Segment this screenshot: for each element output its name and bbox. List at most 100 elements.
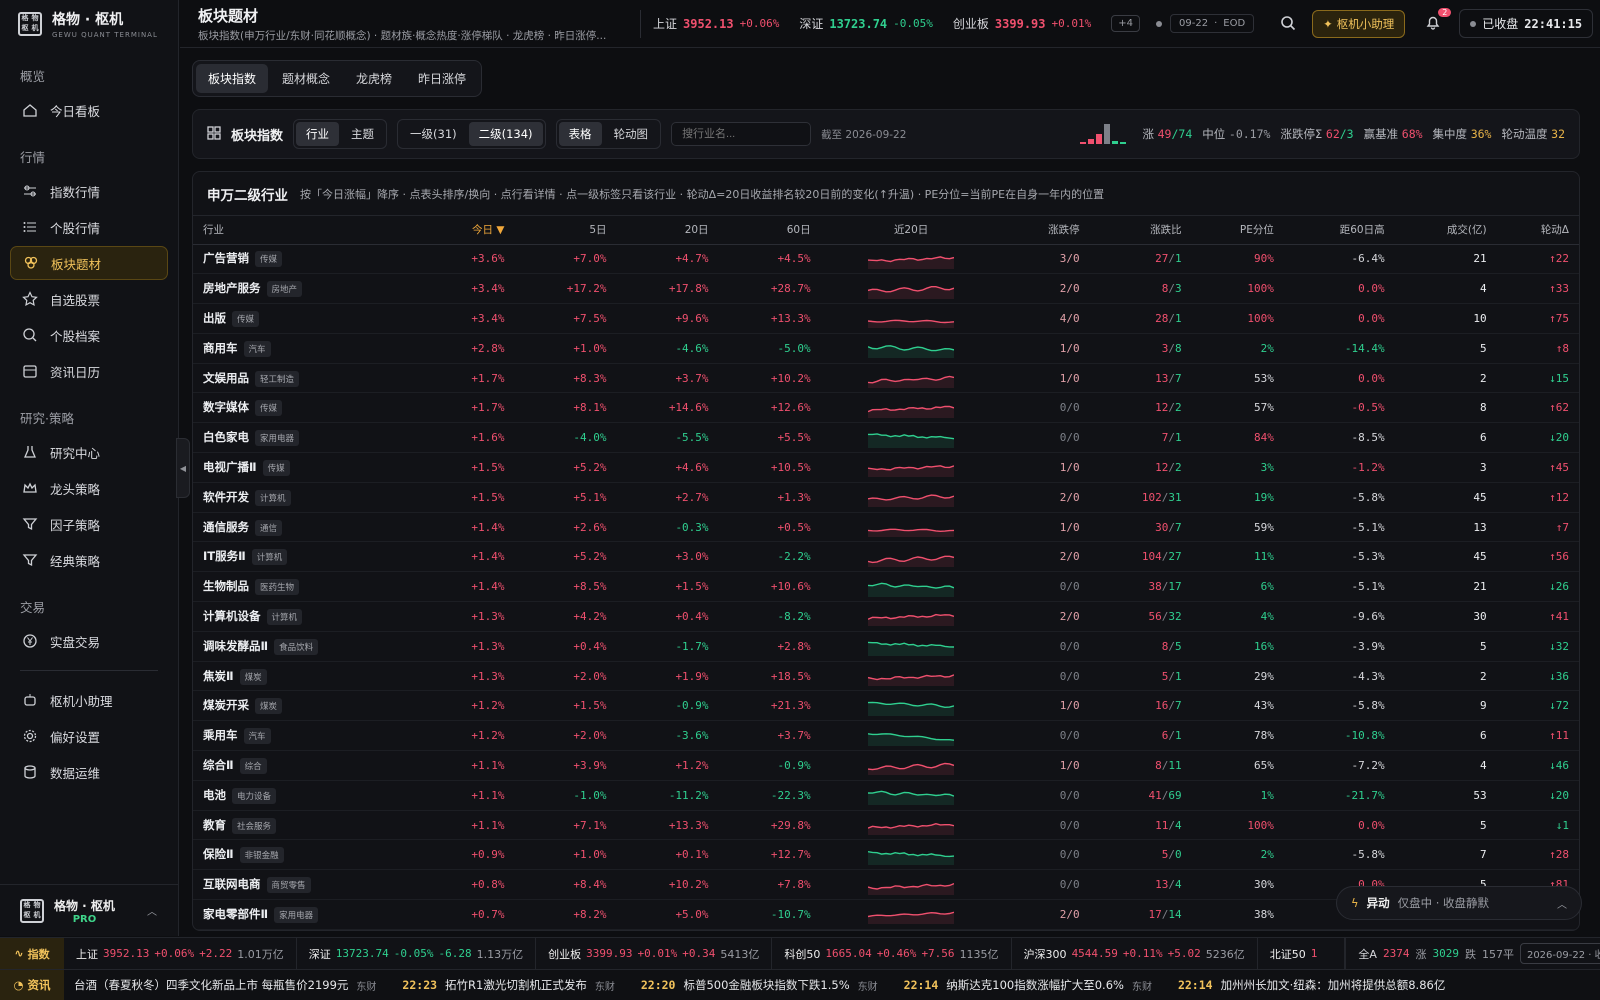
sidebar-item-sidebar-sections-1-items-5[interactable]: 资讯日历: [10, 354, 168, 388]
column-header[interactable]: 涨跌比: [1089, 216, 1192, 245]
column-header[interactable]: 涨跌停: [1001, 216, 1090, 245]
type-option-0[interactable]: 行业: [296, 122, 340, 146]
parent-industry-tag[interactable]: 社会服务: [232, 817, 277, 834]
sidebar-item-sidebar-sections-2-items-1[interactable]: 龙头策略: [10, 471, 168, 505]
parent-industry-tag[interactable]: 计算机: [266, 608, 303, 625]
parent-industry-tag[interactable]: 汽车: [243, 340, 271, 357]
table-row[interactable]: IT服务Ⅱ 计算机 +1.4% +5.2% +3.0% -2.2% 2/0 104…: [193, 541, 1579, 573]
parent-industry-tag[interactable]: 电力设备: [232, 787, 277, 804]
table-row[interactable]: 商用车 汽车 +2.8% +1.0% -4.6% -5.0% 1/0 3/8 2%…: [193, 333, 1579, 364]
assistant-button[interactable]: ✦ 枢机小助理: [1312, 9, 1406, 38]
table-row[interactable]: 煤炭开采 煤炭 +1.2% +1.5% -0.9% +21.3% 1/0 16/7…: [193, 690, 1579, 722]
parent-industry-tag[interactable]: 房地产: [266, 281, 303, 298]
parent-industry-tag[interactable]: 煤炭: [239, 668, 267, 685]
table-row[interactable]: 房地产服务 房地产 +3.4% +17.2% +17.8% +28.7% 2/0 …: [193, 273, 1579, 305]
parent-industry-tag[interactable]: 传媒: [232, 310, 260, 327]
parent-industry-tag[interactable]: 商贸零售: [266, 877, 311, 894]
parent-industry-tag[interactable]: 煤炭: [255, 698, 283, 715]
ticker-item[interactable]: 沪深300 4544.59 +0.11% +5.02 5236亿: [1012, 938, 1258, 969]
sidebar-item-sidebar-extra-2[interactable]: 数据运维: [10, 755, 168, 789]
sidebar-item-sidebar-extra-0[interactable]: 枢机小助理: [10, 683, 168, 717]
industry-search-input[interactable]: [671, 122, 812, 146]
notification-button[interactable]: 2: [1425, 7, 1452, 34]
parent-industry-tag[interactable]: 计算机: [251, 549, 288, 566]
table-row[interactable]: 焦炭Ⅱ 煤炭 +1.3% +2.0% +1.9% +18.5% 0/0 5/1 2…: [193, 661, 1579, 692]
header-index[interactable]: 创业板 3399.93 +0.01%: [953, 15, 1091, 32]
parent-industry-tag[interactable]: 传媒: [255, 251, 283, 268]
chevron-up-icon[interactable]: ︿: [1557, 896, 1567, 911]
sidebar-item-sidebar-sections-1-items-0[interactable]: 指数行情: [10, 174, 168, 208]
sidebar-item-sidebar-sections-2-items-0[interactable]: 研究中心: [10, 435, 168, 469]
news-item[interactable]: 台酒（春夏秋冬）四季文化新品上市 每瓶售价2199元 东财: [66, 977, 376, 993]
ticker-item[interactable]: 创业板 3399.93 +0.01% +0.34 5413亿: [536, 938, 773, 969]
parent-industry-tag[interactable]: 汽车: [243, 728, 271, 745]
table-row[interactable]: 保险Ⅱ 非银金融 +0.9% +1.0% +0.1% +12.7% 0/0 5/0…: [193, 839, 1579, 871]
sidebar-item-sidebar-sections-1-items-2[interactable]: 板块题材: [10, 246, 168, 280]
view-option-0[interactable]: 表格: [558, 122, 602, 146]
parent-industry-tag[interactable]: 家用电器: [274, 906, 319, 923]
column-header[interactable]: 成交(亿): [1394, 216, 1497, 245]
header-index[interactable]: 深证 13723.74 -0.05%: [799, 15, 933, 32]
table-row[interactable]: 生物制品 医药生物 +1.4% +8.5% +1.5% +10.6% 0/0 38…: [193, 571, 1579, 603]
parent-industry-tag[interactable]: 计算机: [255, 489, 291, 506]
view-option-1[interactable]: 轮动图: [604, 122, 659, 146]
ticker-item[interactable]: 北证50 1: [1258, 938, 1346, 969]
parent-industry-tag[interactable]: 家用电器: [255, 430, 300, 447]
user-card[interactable]: 格物枢机 格物 · 枢机 PRO ︿: [0, 884, 179, 936]
table-row[interactable]: 综合Ⅱ 综合 +1.1% +3.9% +1.2% -0.9% 1/0 8/11 6…: [193, 750, 1579, 781]
sidebar-item-sidebar-sections-1-items-3[interactable]: 自选股票: [10, 282, 168, 316]
table-row[interactable]: 白色家电 家用电器 +1.6% -4.0% -5.5% +5.5% 0/0 7/1…: [193, 422, 1579, 454]
table-row[interactable]: 软件开发 计算机 +1.5% +5.1% +2.7% +1.3% 2/0 102/…: [193, 482, 1579, 513]
parent-industry-tag[interactable]: 非银金融: [239, 847, 284, 864]
table-row[interactable]: 乘用车 汽车 +1.2% +2.0% -3.6% +3.7% 0/0 6/1 78…: [193, 720, 1579, 752]
sidebar-item-sidebar-sections-1-items-4[interactable]: 个股档案: [10, 318, 168, 352]
chevron-up-icon[interactable]: ︿: [147, 903, 157, 918]
level-option-1[interactable]: 二级(134): [468, 122, 543, 146]
parent-industry-tag[interactable]: 轻工制造: [255, 370, 300, 387]
tab-3[interactable]: 昨日涨停: [406, 64, 478, 93]
parent-industry-tag[interactable]: 传媒: [255, 400, 283, 417]
news-item[interactable]: 22:23 拓竹R1激光切割机正式发布 东财: [402, 977, 614, 993]
column-header[interactable]: 距60日高: [1283, 216, 1395, 245]
sidebar-item-sidebar-sections-0-items-0[interactable]: 今日看板: [10, 93, 168, 127]
column-header[interactable]: 5日: [514, 216, 617, 245]
column-header[interactable]: 60日: [718, 216, 821, 245]
parent-industry-tag[interactable]: 综合: [239, 757, 267, 774]
date-chip[interactable]: 09-22 · EOD: [1170, 14, 1255, 33]
table-row[interactable]: 文娱用品 轻工制造 +1.7% +8.3% +3.7% +10.2% 1/0 13…: [193, 363, 1579, 394]
sidebar-item-sidebar-sections-2-items-3[interactable]: 经典策略: [10, 543, 168, 577]
parent-industry-tag[interactable]: 通信: [255, 519, 283, 536]
search-icon[interactable]: [1280, 15, 1298, 33]
parent-industry-tag[interactable]: 医药生物: [255, 579, 300, 596]
sidebar-item-sidebar-sections-3-items-0[interactable]: 实盘交易: [10, 624, 168, 658]
column-header[interactable]: PE分位: [1191, 216, 1284, 245]
sidebar-collapse-handle[interactable]: ◀: [176, 438, 190, 498]
table-row[interactable]: 出版 传媒 +3.4% +7.5% +9.6% +13.3% 4/0 28/1 1…: [193, 303, 1579, 334]
column-header[interactable]: 行业: [193, 216, 424, 245]
table-row[interactable]: 数字媒体 传媒 +1.7% +8.1% +14.6% +12.6% 0/0 12/…: [193, 392, 1579, 424]
news-item[interactable]: 22:14 加州州长加文·纽森：加州将提供总额8.86亿: [1178, 977, 1453, 993]
ticker-item[interactable]: 上证 3952.13 +0.06% +2.22 1.01万亿: [64, 938, 297, 969]
tab-0[interactable]: 板块指数: [196, 64, 269, 93]
type-option-1[interactable]: 主题: [341, 122, 384, 146]
parent-industry-tag[interactable]: 传媒: [262, 459, 290, 476]
table-row[interactable]: 教育 社会服务 +1.1% +7.1% +13.3% +29.8% 0/0 11/…: [193, 810, 1579, 841]
more-indices-chip[interactable]: +4: [1111, 15, 1140, 32]
table-row[interactable]: 通信服务 通信 +1.4% +2.6% -0.3% +0.5% 1/0 30/7 …: [193, 512, 1579, 543]
brand[interactable]: 格物枢机 格物 · 枢机 GEWU QUANT TERMINAL: [0, 0, 178, 48]
column-header[interactable]: 轮动Δ: [1496, 216, 1579, 245]
anomaly-alert-bar[interactable]: ϟ 异动 仅盘中 · 收盘静默 ︿: [1336, 886, 1582, 920]
header-index[interactable]: 上证 3952.13 +0.06%: [653, 15, 779, 32]
tab-1[interactable]: 题材概念: [270, 64, 342, 93]
column-header[interactable]: 今日 ▼: [423, 216, 515, 245]
column-header[interactable]: 近20日: [820, 216, 1002, 245]
ticker-item[interactable]: 深证 13723.74 -0.05% -6.28 1.13万亿: [297, 938, 537, 969]
tab-2[interactable]: 龙虎榜: [344, 64, 404, 93]
table-row[interactable]: 电视广播Ⅱ 传媒 +1.5% +5.2% +4.6% +10.5% 1/0 12/…: [193, 452, 1579, 483]
ticker-item[interactable]: 科创50 1665.04 +0.46% +7.56 1135亿: [772, 938, 1012, 969]
table-row[interactable]: 电池 电力设备 +1.1% -1.0% -11.2% -22.3% 0/0 41/…: [193, 780, 1579, 811]
sidebar-item-sidebar-sections-2-items-2[interactable]: 因子策略: [10, 507, 168, 541]
news-item[interactable]: 22:20 标普500金融板块指数下跌1.5% 东财: [641, 977, 878, 993]
parent-industry-tag[interactable]: 食品饮料: [274, 638, 319, 655]
sidebar-item-sidebar-extra-1[interactable]: 偏好设置: [10, 719, 168, 753]
